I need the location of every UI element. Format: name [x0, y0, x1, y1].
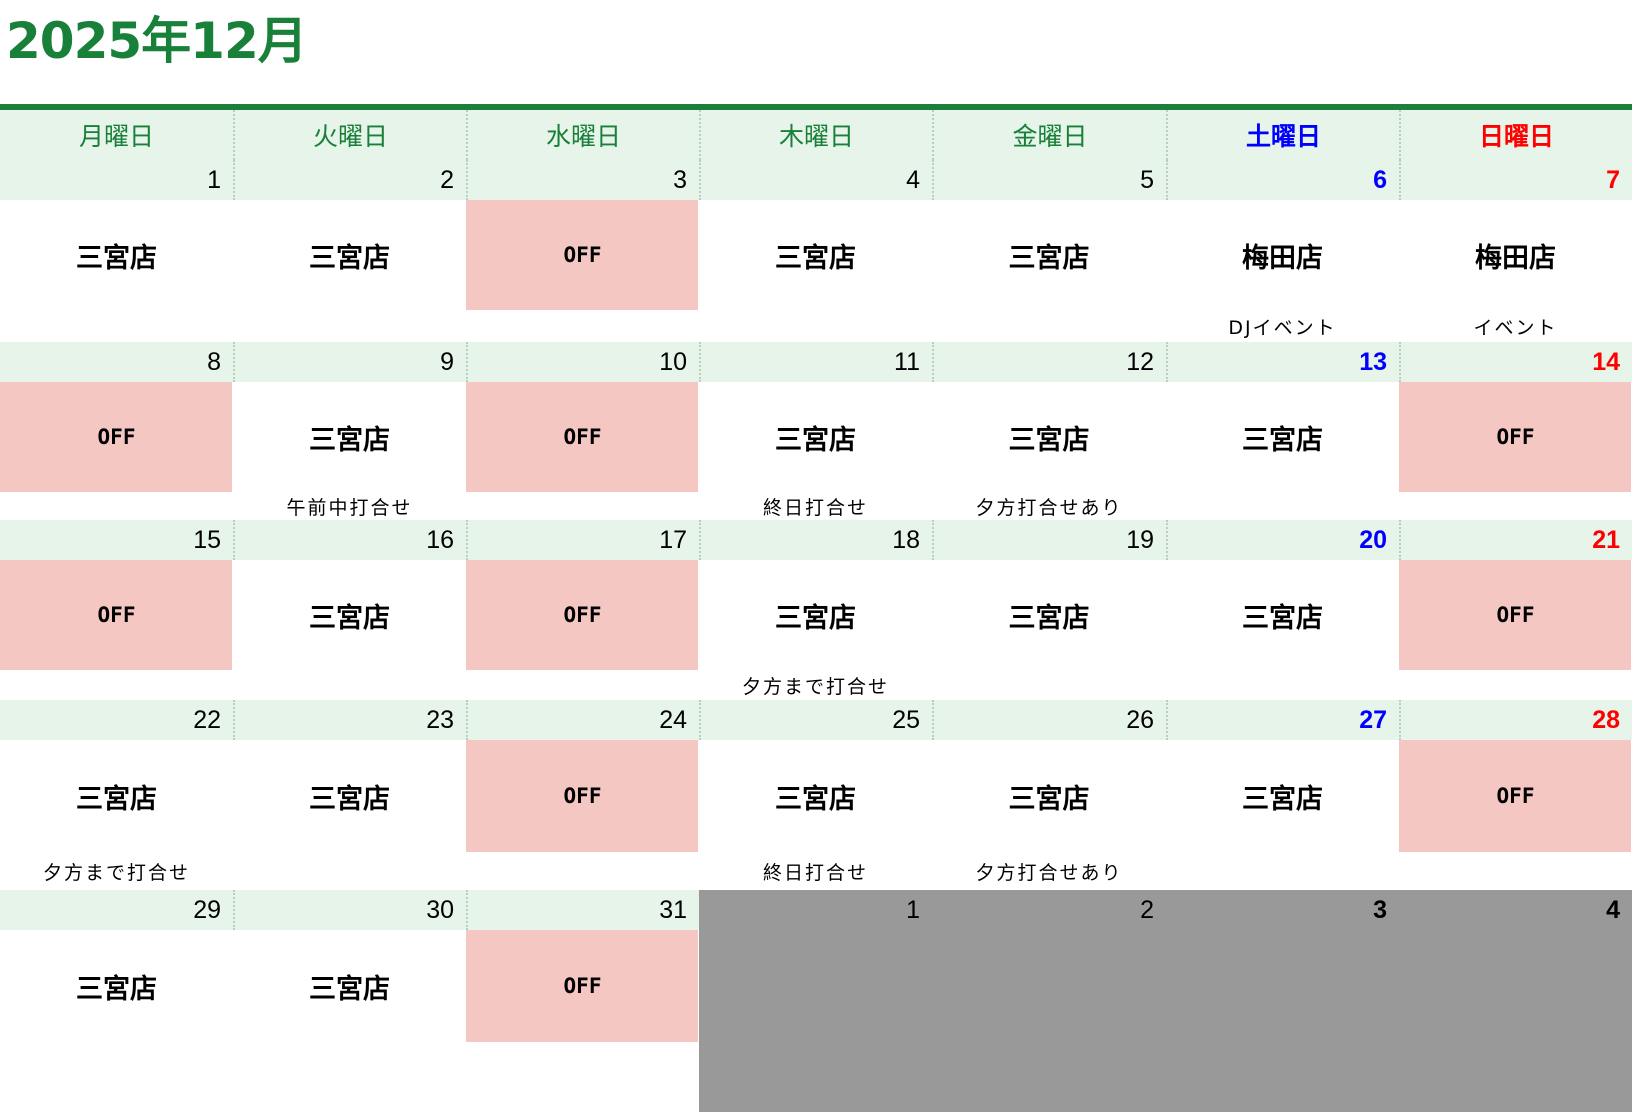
- off-label[interactable]: OFF: [466, 382, 699, 492]
- venue-label[interactable]: 三宮店: [1166, 740, 1399, 852]
- day-number[interactable]: 11: [699, 342, 932, 382]
- day-number[interactable]: 24: [466, 700, 699, 740]
- day-number[interactable]: 31: [466, 890, 699, 930]
- day-number[interactable]: 26: [932, 700, 1166, 740]
- day-number[interactable]: 22: [0, 700, 233, 740]
- off-label[interactable]: OFF: [466, 560, 699, 670]
- off-label[interactable]: OFF: [466, 740, 699, 852]
- venue-label[interactable]: 三宮店: [233, 200, 466, 310]
- day-number[interactable]: 8: [0, 342, 233, 382]
- venue-label[interactable]: 梅田店: [1166, 200, 1399, 310]
- off-label[interactable]: OFF: [0, 382, 233, 492]
- venue-label[interactable]: 三宮店: [932, 740, 1166, 852]
- off-label[interactable]: OFF: [1399, 560, 1632, 670]
- venue-label[interactable]: 三宮店: [0, 740, 233, 852]
- schedule-note: 午前中打合せ: [286, 496, 413, 519]
- schedule-note: イベント: [1473, 316, 1558, 339]
- venue-label[interactable]: 三宮店: [233, 740, 466, 852]
- day-number[interactable]: 4: [1399, 890, 1632, 930]
- day-number[interactable]: 25: [699, 700, 932, 740]
- off-label[interactable]: OFF: [466, 930, 699, 1042]
- day-number[interactable]: 17: [466, 520, 699, 560]
- weekday-header-tue: 火曜日: [233, 110, 466, 160]
- day-number[interactable]: 30: [233, 890, 466, 930]
- venue-label[interactable]: 三宮店: [233, 382, 466, 492]
- venue-label[interactable]: 三宮店: [699, 560, 932, 670]
- day-number[interactable]: 1: [0, 160, 233, 200]
- day-number[interactable]: 2: [932, 890, 1166, 930]
- day-number[interactable]: 2: [233, 160, 466, 200]
- venue-label[interactable]: 梅田店: [1399, 200, 1632, 310]
- weekday-header-sun: 日曜日: [1399, 110, 1632, 160]
- day-number[interactable]: 19: [932, 520, 1166, 560]
- schedule-note: 夕方打合せあり: [975, 496, 1123, 519]
- schedule-note: 夕方打合せあり: [975, 861, 1123, 884]
- day-number[interactable]: 27: [1166, 700, 1399, 740]
- venue-label[interactable]: 三宮店: [233, 560, 466, 670]
- schedule-note: DJイベント: [1228, 316, 1337, 339]
- day-number[interactable]: 7: [1399, 160, 1632, 200]
- venue-label[interactable]: 三宮店: [1166, 560, 1399, 670]
- schedule-note: 終日打合せ: [762, 861, 868, 884]
- venue-label[interactable]: 三宮店: [0, 930, 233, 1042]
- page-title: 2025年12月: [6, 12, 308, 70]
- off-label[interactable]: OFF: [1399, 382, 1632, 492]
- day-number[interactable]: 21: [1399, 520, 1632, 560]
- schedule-note: 終日打合せ: [762, 496, 868, 519]
- day-number[interactable]: 3: [1166, 890, 1399, 930]
- day-number[interactable]: 20: [1166, 520, 1399, 560]
- day-number[interactable]: 15: [0, 520, 233, 560]
- off-label[interactable]: OFF: [0, 560, 233, 670]
- day-number[interactable]: 9: [233, 342, 466, 382]
- weekday-header-sat: 土曜日: [1166, 110, 1399, 160]
- schedule-note: 夕方まで打合せ: [42, 861, 190, 884]
- venue-label[interactable]: 三宮店: [1166, 382, 1399, 492]
- day-number[interactable]: 13: [1166, 342, 1399, 382]
- day-number[interactable]: 6: [1166, 160, 1399, 200]
- calendar-grid: 月曜日 火曜日 水曜日 木曜日 金曜日 土曜日 日曜日 1 三宮店 2 三宮店 3 OFF 4 三宮店 5 三宮…: [0, 110, 1632, 1112]
- schedule-note: 夕方まで打合せ: [741, 675, 889, 698]
- day-number[interactable]: 3: [466, 160, 699, 200]
- venue-label[interactable]: 三宮店: [932, 200, 1166, 310]
- venue-label[interactable]: 三宮店: [699, 740, 932, 852]
- venue-label[interactable]: 三宮店: [932, 560, 1166, 670]
- venue-label[interactable]: 三宮店: [0, 200, 233, 310]
- day-number[interactable]: 14: [1399, 342, 1632, 382]
- day-number[interactable]: 5: [932, 160, 1166, 200]
- off-label[interactable]: OFF: [466, 200, 699, 310]
- venue-label[interactable]: 三宮店: [699, 200, 932, 310]
- weekday-header-fri: 金曜日: [932, 110, 1166, 160]
- day-number[interactable]: 23: [233, 700, 466, 740]
- day-number[interactable]: 10: [466, 342, 699, 382]
- weekday-header-wed: 水曜日: [466, 110, 699, 160]
- day-number[interactable]: 12: [932, 342, 1166, 382]
- day-number[interactable]: 16: [233, 520, 466, 560]
- off-label[interactable]: OFF: [1399, 740, 1632, 852]
- day-number[interactable]: 1: [699, 890, 932, 930]
- venue-label[interactable]: 三宮店: [699, 382, 932, 492]
- day-number[interactable]: 28: [1399, 700, 1632, 740]
- venue-label[interactable]: 三宮店: [233, 930, 466, 1042]
- day-number[interactable]: 4: [699, 160, 932, 200]
- day-number[interactable]: 29: [0, 890, 233, 930]
- day-number[interactable]: 18: [699, 520, 932, 560]
- weekday-header-mon: 月曜日: [0, 110, 233, 160]
- venue-label[interactable]: 三宮店: [932, 382, 1166, 492]
- weekday-header-thu: 木曜日: [699, 110, 932, 160]
